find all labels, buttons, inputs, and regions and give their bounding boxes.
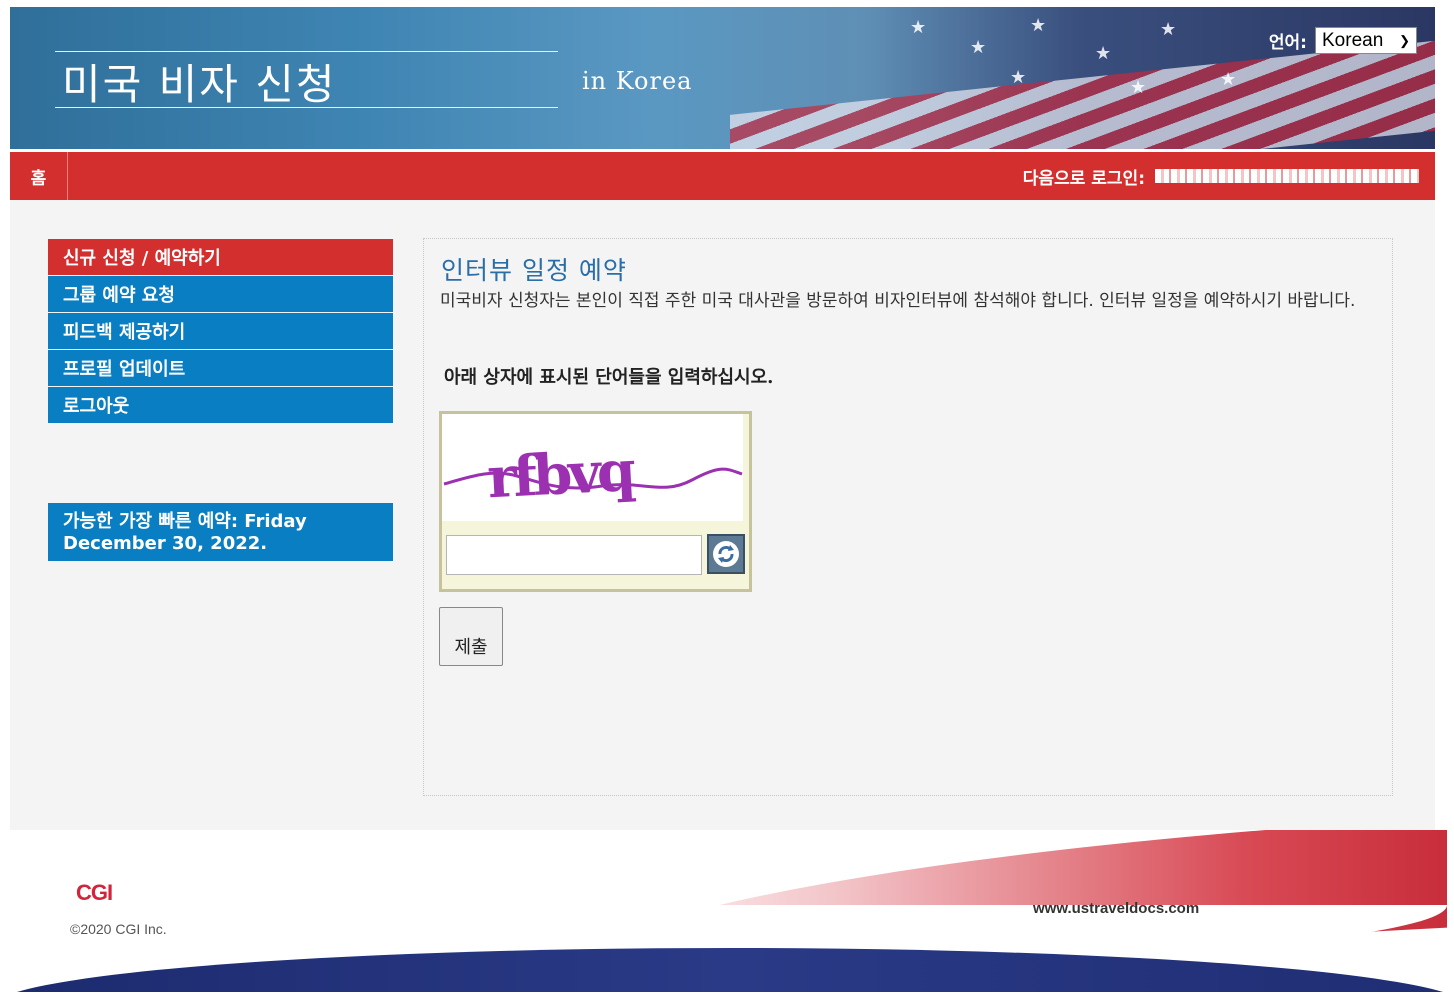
star-icon: ★ [1130, 77, 1147, 98]
chevron-down-icon: ❯ [1399, 32, 1410, 48]
language-selector: 언어: Korean ❯ [1269, 27, 1417, 54]
sidebar-item-profile-update[interactable]: 프로필 업데이트 [48, 350, 393, 386]
page-title: 인터뷰 일정 예약 [441, 256, 627, 285]
star-icon: ★ [1030, 15, 1047, 36]
star-icon: ★ [1160, 19, 1177, 40]
captcha-prompt: 아래 상자에 표시된 단어들을 입력하십시오. [444, 367, 774, 388]
header-banner: ★ ★ ★ ★ ★ ★ ★ ★ 미국 비자 신청 in Korea 언어: Ko… [10, 7, 1435, 149]
language-select[interactable]: Korean ❯ [1315, 27, 1417, 54]
sidebar-item-logout[interactable]: 로그아웃 [48, 387, 393, 423]
footer-url[interactable]: www.ustraveldocs.com [1033, 900, 1199, 917]
nav-bar: 홈 다음으로 로그인: [10, 152, 1435, 200]
login-label: 다음으로 로그인: [1022, 168, 1145, 189]
sidebar-item-feedback[interactable]: 피드백 제공하기 [48, 313, 393, 349]
captcha-image: rfbvq [442, 414, 743, 521]
captcha-box: rfbvq [439, 411, 752, 592]
earliest-appointment-box: 가능한 가장 빠른 예약: Friday December 30, 2022. [48, 503, 393, 561]
nav-home-link[interactable]: 홈 [10, 152, 68, 200]
site-title: 미국 비자 신청 [62, 60, 337, 109]
captcha-svg: rfbvq [443, 438, 743, 512]
submit-button[interactable]: 제출 [439, 607, 503, 666]
star-icon: ★ [910, 17, 927, 38]
refresh-icon [713, 541, 739, 567]
captcha-text: rfbvq [486, 438, 637, 512]
star-icon: ★ [970, 37, 987, 58]
flag-decoration [730, 39, 1435, 149]
title-rule-bottom [55, 107, 558, 108]
language-label: 언어: [1268, 33, 1307, 53]
sidebar-item-group-appointment[interactable]: 그룹 예약 요청 [48, 276, 393, 312]
content-panel: 인터뷰 일정 예약 미국비자 신청자는 본인이 직접 주한 미국 대사관을 방문… [423, 238, 1393, 796]
page-description: 미국비자 신청자는 본인이 직접 주한 미국 대사관을 방문하여 비자인터뷰에 … [440, 291, 1356, 311]
footer-blue-swoosh [10, 948, 1447, 992]
site-subtitle: in Korea [582, 67, 693, 95]
cgi-logo: CGI [76, 880, 113, 905]
copyright: ©2020 CGI Inc. [70, 921, 167, 937]
star-icon: ★ [1220, 69, 1237, 90]
language-selected: Korean [1322, 29, 1384, 51]
footer: CGI ©2020 CGI Inc. www.ustraveldocs.com [10, 830, 1447, 992]
sidebar-menu: 신규 신청 / 예약하기 그룹 예약 요청 피드백 제공하기 프로필 업데이트 … [48, 239, 393, 424]
login-username-redacted [1155, 169, 1419, 183]
sidebar-item-new-application[interactable]: 신규 신청 / 예약하기 [48, 239, 393, 275]
login-info: 다음으로 로그인: [1023, 164, 1419, 189]
star-icon: ★ [1095, 43, 1112, 64]
star-icon: ★ [1010, 67, 1027, 88]
captcha-input[interactable] [446, 535, 702, 575]
captcha-refresh-button[interactable] [707, 534, 745, 574]
